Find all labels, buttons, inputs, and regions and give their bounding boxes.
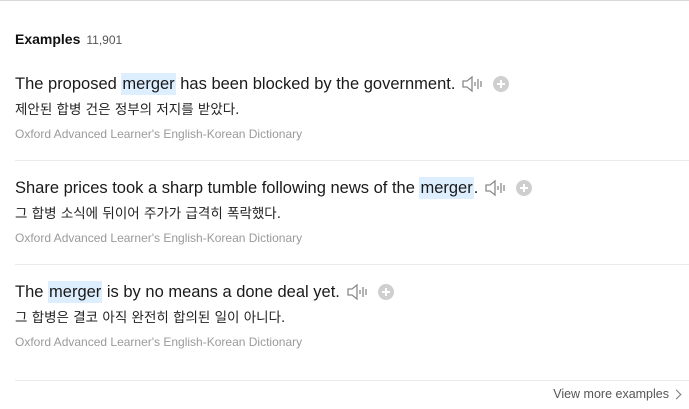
example-sentence: The proposed merger has been blocked by …: [15, 73, 689, 95]
example-item: The proposed merger has been blocked by …: [15, 73, 689, 142]
example-sentence: The merger is by no means a done deal ye…: [15, 281, 689, 303]
view-more-examples-link[interactable]: View more examples: [553, 387, 682, 401]
highlighted-keyword[interactable]: merger: [121, 73, 176, 95]
sentence-text: has been blocked by the government.: [175, 75, 456, 93]
divider: [15, 380, 689, 381]
example-translation: 제안된 합병 건은 정부의 저지를 받았다.: [15, 102, 240, 118]
example-item: Share prices took a sharp tumble followi…: [15, 177, 689, 246]
plus-circle-icon[interactable]: [493, 76, 510, 92]
plus-circle-icon[interactable]: [516, 180, 533, 196]
examples-header: Examples 11,901: [15, 31, 122, 47]
example-translation: 그 합병은 결코 아직 완전히 합의된 일이 아니다.: [15, 310, 286, 326]
sentence-text: .: [473, 179, 479, 197]
view-more-label: View more examples: [553, 387, 669, 401]
highlighted-keyword[interactable]: merger: [48, 281, 103, 303]
speaker-icon[interactable]: [346, 282, 370, 302]
example-sentence: Share prices took a sharp tumble followi…: [15, 177, 689, 199]
sentence-text: is by no means a done deal yet.: [102, 283, 340, 301]
example-source: Oxford Advanced Learner's English-Korean…: [15, 231, 303, 245]
sentence-text: Share prices took a sharp tumble followi…: [15, 179, 420, 197]
highlighted-keyword[interactable]: merger: [419, 177, 474, 199]
sentence-text: The proposed: [15, 75, 122, 93]
examples-title: Examples: [15, 31, 81, 47]
chevron-right-icon: [671, 389, 682, 399]
speaker-icon[interactable]: [461, 74, 485, 94]
plus-circle-icon[interactable]: [377, 284, 394, 300]
examples-panel: Examples 11,901 The proposed merger has …: [0, 0, 689, 409]
sentence-text: The: [15, 283, 49, 301]
examples-count: 11,901: [86, 33, 123, 47]
divider: [15, 160, 689, 161]
example-source: Oxford Advanced Learner's English-Korean…: [15, 127, 303, 141]
speaker-icon[interactable]: [484, 178, 508, 198]
example-item: The merger is by no means a done deal ye…: [15, 281, 689, 350]
example-translation: 그 합병 소식에 뒤이어 주가가 급격히 폭락했다.: [15, 206, 282, 222]
divider: [15, 264, 689, 265]
example-source: Oxford Advanced Learner's English-Korean…: [15, 335, 303, 349]
